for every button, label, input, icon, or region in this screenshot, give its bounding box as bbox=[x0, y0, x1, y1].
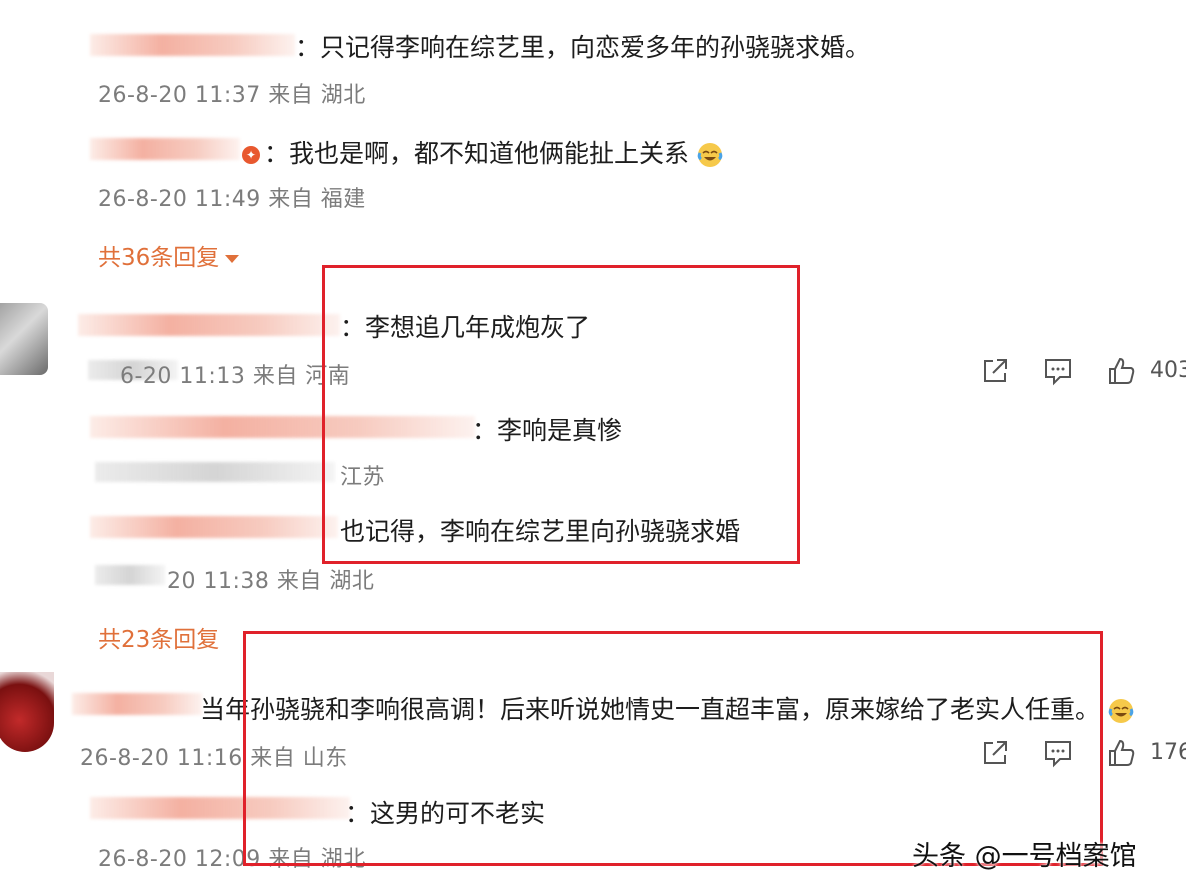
reply-body: 我也是啊，都不知道他俩能扯上关系 bbox=[289, 139, 690, 168]
like-count: 403 bbox=[1150, 358, 1186, 383]
username-blurred[interactable] bbox=[90, 138, 240, 160]
comment-icon[interactable] bbox=[1043, 356, 1073, 386]
more-replies-button[interactable]: 共23条回复 bbox=[98, 620, 219, 654]
avatar[interactable] bbox=[0, 303, 48, 375]
share-icon[interactable] bbox=[980, 356, 1010, 386]
reply-date: 26-8-20 11:37 bbox=[98, 83, 261, 108]
highlight-box bbox=[243, 631, 1103, 866]
reply-meta: 20 11:38 来自 湖北 bbox=[167, 569, 375, 594]
reply-date: 26-8-20 11:49 bbox=[98, 187, 261, 212]
like-count: 176 bbox=[1150, 740, 1186, 765]
watermark: 头条 @一号档案馆 bbox=[912, 841, 1137, 872]
reply-location: 来自 福建 bbox=[268, 187, 366, 212]
verified-badge-icon: ✦ bbox=[242, 146, 260, 164]
highlight-box bbox=[322, 265, 800, 564]
comment-meta: 6-20 11:13 来自 河南 bbox=[120, 364, 351, 389]
username-blurred[interactable] bbox=[78, 314, 340, 336]
reply-colon: ： bbox=[264, 139, 290, 168]
like-icon[interactable] bbox=[1106, 356, 1136, 386]
caret-down-icon bbox=[225, 254, 240, 263]
reply-text: ：只记得李响在综艺里，向恋爱多年的孙骁骁求婚。 bbox=[295, 33, 871, 62]
more-replies-label: 共23条回复 bbox=[98, 627, 220, 653]
date-blurred bbox=[95, 462, 335, 482]
reply-meta: 26-8-20 11:37 来自 湖北 bbox=[98, 77, 366, 109]
more-replies-button[interactable]: 共36条回复 bbox=[98, 238, 240, 272]
username-blurred[interactable] bbox=[90, 34, 295, 56]
more-replies-label: 共36条回复 bbox=[98, 245, 220, 271]
reply-meta: 26-8-20 11:49 来自 福建 bbox=[98, 181, 366, 213]
laugh-cry-emoji-icon bbox=[1108, 699, 1134, 723]
reply-text: ✦ ：我也是啊，都不知道他俩能扯上关系 bbox=[242, 134, 723, 170]
username-blurred[interactable] bbox=[72, 693, 202, 715]
username-blurred[interactable] bbox=[90, 516, 338, 538]
reply-location: 来自 湖北 bbox=[268, 83, 366, 108]
like-icon[interactable] bbox=[1106, 738, 1136, 768]
laugh-cry-emoji-icon bbox=[697, 143, 723, 167]
avatar[interactable] bbox=[0, 672, 54, 752]
date-blurred bbox=[95, 565, 165, 585]
